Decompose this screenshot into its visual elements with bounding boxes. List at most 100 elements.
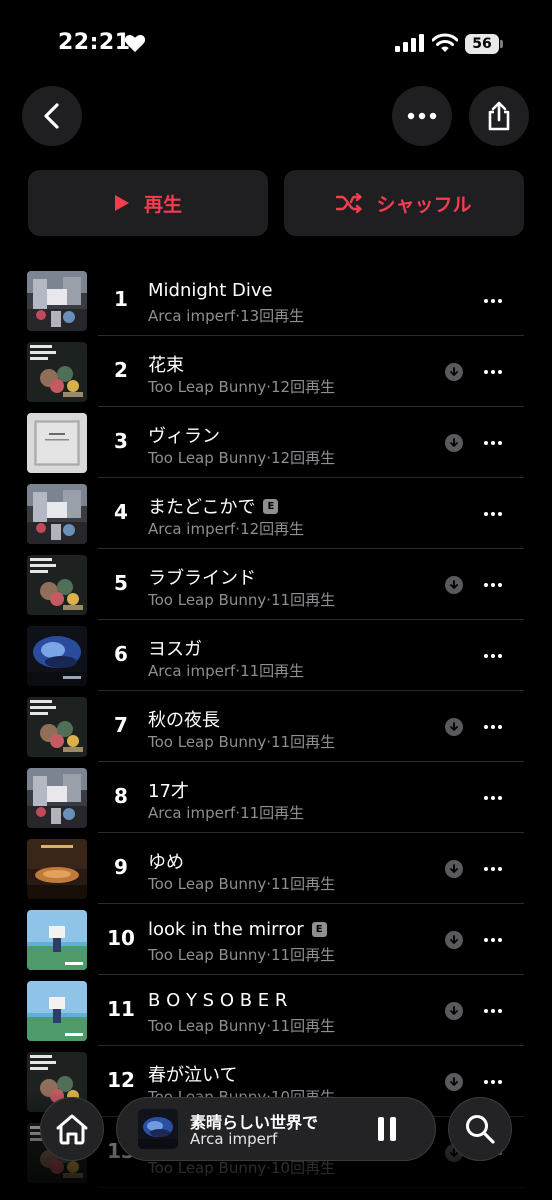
- track-play-count: 12回再生: [271, 378, 336, 396]
- track-row[interactable]: 2 花束 Too Leap Bunny·12回再生: [0, 336, 552, 407]
- more-options-button[interactable]: [392, 86, 452, 146]
- signal-icon: [395, 34, 424, 52]
- track-play-count: 12回再生: [271, 449, 336, 467]
- download-icon: [445, 931, 463, 949]
- track-title: ラブラインド: [148, 568, 256, 589]
- track-title: Midnight Dive: [148, 280, 273, 301]
- search-icon: [466, 1115, 495, 1144]
- track-play-count: 11回再生: [271, 875, 336, 893]
- shuffle-button-label: シャッフル: [376, 193, 472, 216]
- track-number: 2: [114, 358, 128, 382]
- track-row[interactable]: 6 ヨスガ Arca imperf·11回再生: [0, 620, 552, 691]
- track-artwork: [27, 413, 87, 473]
- download-icon: [445, 1073, 463, 1091]
- track-row[interactable]: 7 秋の夜長 Too Leap Bunny·11回再生: [0, 691, 552, 762]
- track-row[interactable]: 11 B O Y S O B E R Too Leap Bunny·11回再生: [0, 975, 552, 1046]
- track-title-row: B O Y S O B E R: [148, 990, 287, 1011]
- track-artwork: [27, 839, 87, 899]
- track-artwork: [27, 697, 87, 757]
- track-more-button[interactable]: [480, 928, 506, 952]
- track-subtitle: Arca imperf·11回再生: [148, 802, 304, 823]
- track-number: 12: [107, 1068, 135, 1092]
- pause-button[interactable]: [376, 1117, 398, 1141]
- play-icon: [114, 195, 129, 211]
- mini-player[interactable]: 素晴らしい世界で Arca imperf: [116, 1097, 436, 1161]
- track-number: 6: [114, 642, 128, 666]
- track-number: 7: [114, 713, 128, 737]
- status-time: 22:21: [58, 30, 131, 55]
- track-artwork: [27, 910, 87, 970]
- back-button[interactable]: [22, 86, 82, 146]
- track-more-button[interactable]: [480, 786, 506, 810]
- track-title-row: Midnight Dive: [148, 280, 273, 301]
- chevron-left-icon: [44, 103, 59, 129]
- now-playing-artist: Arca imperf: [190, 1130, 278, 1148]
- share-button[interactable]: [469, 86, 529, 146]
- track-title: 春が泣いて: [148, 1065, 238, 1086]
- battery-level: 56: [465, 34, 499, 54]
- play-button[interactable]: 再生: [28, 170, 268, 236]
- track-subtitle: Too Leap Bunny·11回再生: [148, 731, 335, 752]
- track-more-button[interactable]: [480, 644, 506, 668]
- track-title-row: 春が泣いて: [148, 1061, 237, 1087]
- download-icon: [445, 363, 463, 381]
- track-more-button[interactable]: [480, 715, 506, 739]
- explicit-badge: E: [311, 922, 327, 937]
- track-title-row: 17才: [148, 777, 189, 803]
- track-title: ヴィラン: [148, 426, 220, 447]
- track-subtitle: Arca imperf·11回再生: [148, 660, 304, 681]
- track-more-button[interactable]: [480, 431, 506, 455]
- track-play-count: 11回再生: [271, 733, 336, 751]
- track-artwork: [27, 981, 87, 1041]
- track-number: 5: [114, 571, 128, 595]
- download-icon: [445, 1002, 463, 1020]
- track-more-button[interactable]: [480, 573, 506, 597]
- track-title: 秋の夜長: [148, 710, 220, 731]
- track-number: 1: [114, 287, 128, 311]
- track-title: 17才: [148, 781, 189, 802]
- explicit-badge: E: [263, 498, 279, 514]
- track-more-button[interactable]: [480, 289, 506, 313]
- track-row[interactable]: 1 Midnight Dive Arca imperf·13回再生: [0, 265, 552, 336]
- track-play-count: 11回再生: [240, 804, 305, 822]
- track-more-button[interactable]: [480, 857, 506, 881]
- search-button[interactable]: [448, 1097, 512, 1161]
- track-more-button[interactable]: [480, 502, 506, 526]
- track-title-row: look in the mirror E: [148, 919, 327, 940]
- track-title: ヨスガ: [148, 639, 202, 660]
- track-title-row: ラブラインド: [148, 564, 256, 590]
- track-artist: Arca imperf: [148, 662, 236, 680]
- track-number: 11: [107, 997, 135, 1021]
- track-play-count: 11回再生: [240, 662, 305, 680]
- track-row[interactable]: 4 またどこかで E Arca imperf·12回再生: [0, 478, 552, 549]
- download-icon: [445, 860, 463, 878]
- track-title: またどこかで: [148, 497, 256, 518]
- track-row[interactable]: 5 ラブラインド Too Leap Bunny·11回再生: [0, 549, 552, 620]
- shuffle-button[interactable]: シャッフル: [284, 170, 524, 236]
- track-artist: Too Leap Bunny: [148, 449, 267, 467]
- track-row[interactable]: 3 ヴィラン Too Leap Bunny·12回再生: [0, 407, 552, 478]
- track-number: 10: [107, 926, 135, 950]
- track-row[interactable]: 9 ゆめ Too Leap Bunny·11回再生: [0, 833, 552, 904]
- track-artist: Too Leap Bunny: [148, 591, 267, 609]
- share-icon: [488, 101, 510, 131]
- battery-indicator: 56: [465, 34, 503, 54]
- track-artist: Too Leap Bunny: [148, 946, 267, 964]
- track-subtitle: Too Leap Bunny·12回再生: [148, 376, 335, 397]
- track-play-count: 12回再生: [240, 520, 305, 538]
- download-icon: [445, 576, 463, 594]
- track-title: 花束: [148, 355, 184, 376]
- track-list: 1 Midnight Dive Arca imperf·13回再生 2 花束 Too Le…: [0, 265, 552, 1188]
- track-number: 4: [114, 500, 128, 524]
- download-icon: [445, 434, 463, 452]
- track-row[interactable]: 8 17才 Arca imperf·11回再生: [0, 762, 552, 833]
- heart-icon: [124, 34, 146, 53]
- download-icon: [445, 718, 463, 736]
- track-artwork: [27, 626, 87, 686]
- track-more-button[interactable]: [480, 999, 506, 1023]
- track-more-button[interactable]: [480, 360, 506, 384]
- home-button[interactable]: [40, 1097, 104, 1161]
- track-subtitle: Too Leap Bunny·11回再生: [148, 944, 335, 965]
- track-row[interactable]: 10 look in the mirror E Too Leap Bunny·11回再…: [0, 904, 552, 975]
- track-title-row: 花束: [148, 351, 184, 377]
